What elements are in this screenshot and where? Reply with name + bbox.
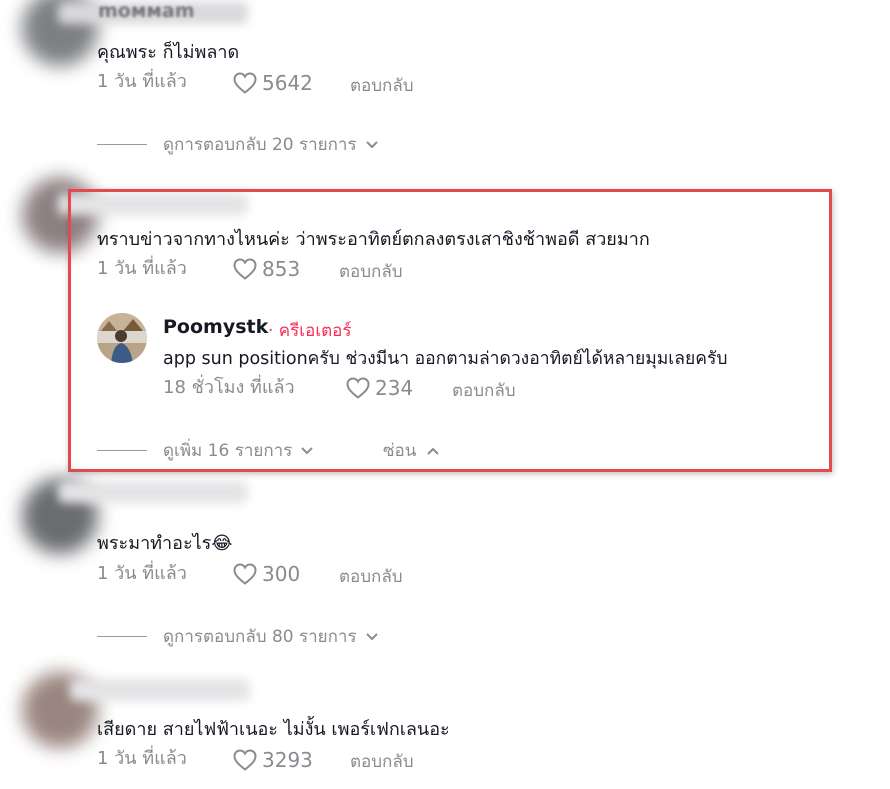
like-button[interactable]: 3293 xyxy=(232,748,313,772)
comment-time: 1 วัน ที่แล้ว xyxy=(97,71,187,92)
reply-button[interactable]: ตอบกลับ xyxy=(350,748,414,775)
heart-icon xyxy=(232,562,258,586)
heart-icon xyxy=(345,376,371,400)
chevron-down-icon xyxy=(300,441,314,461)
divider xyxy=(97,636,147,637)
like-count: 5642 xyxy=(262,71,313,95)
reply-button[interactable]: ตอบกลับ xyxy=(452,377,516,404)
like-button[interactable]: 853 xyxy=(232,257,300,281)
reply-time: 18 ชั่วโมง ที่แล้ว xyxy=(163,377,295,398)
like-count: 300 xyxy=(262,562,301,586)
comment-text: คุณพระ ก็ไม่พลาด xyxy=(97,42,240,63)
hide-label: ซ่อน xyxy=(383,441,417,461)
like-button[interactable]: 5642 xyxy=(232,71,313,95)
heart-icon xyxy=(232,71,258,95)
chevron-up-icon xyxy=(426,441,440,461)
username-partial[interactable]: moммam xyxy=(98,5,195,23)
view-replies-button[interactable]: ดูการตอบกลับ 20 รายการ xyxy=(97,131,379,158)
reply-username[interactable]: Poomystk xyxy=(163,316,268,338)
like-count: 853 xyxy=(262,257,301,281)
comment-text: ทราบข่าวจากทางไหนค่ะ ว่าพระอาทิตย์ตกลงตร… xyxy=(97,229,650,250)
comment-text: พระมาทำอะไร😂 xyxy=(97,533,233,554)
comment-time: 1 วัน ที่แล้ว xyxy=(97,748,187,769)
chevron-down-icon xyxy=(365,627,379,647)
hide-replies-button[interactable]: ซ่อน xyxy=(383,437,440,464)
divider xyxy=(97,144,147,145)
reply-button[interactable]: ตอบกลับ xyxy=(339,563,403,590)
view-replies-label: ดูการตอบกลับ 80 รายการ xyxy=(163,627,357,647)
reply-button[interactable]: ตอบกลับ xyxy=(350,72,414,99)
view-replies-button[interactable]: ดูการตอบกลับ 80 รายการ xyxy=(97,623,379,650)
view-more-label: ดูเพิ่ม 16 รายการ xyxy=(163,441,293,461)
divider xyxy=(97,450,147,451)
username[interactable] xyxy=(70,679,250,701)
heart-icon xyxy=(232,257,258,281)
creator-badge: · ครีเอเตอร์ xyxy=(268,321,352,341)
avatar[interactable] xyxy=(22,177,98,253)
like-count: 3293 xyxy=(262,748,313,772)
reply-text: app sun positionครับ ช่วงมีนา ออกตามล่าด… xyxy=(163,349,728,369)
heart-icon xyxy=(232,748,258,772)
creator-avatar[interactable] xyxy=(97,313,147,363)
comment-time: 1 วัน ที่แล้ว xyxy=(97,563,187,584)
like-button[interactable]: 234 xyxy=(345,376,413,400)
like-button[interactable]: 300 xyxy=(232,562,300,586)
view-more-replies-button[interactable]: ดูเพิ่ม 16 รายการ xyxy=(97,437,314,464)
username[interactable] xyxy=(58,481,248,503)
like-count: 234 xyxy=(375,376,414,400)
username[interactable] xyxy=(58,193,248,215)
view-replies-label: ดูการตอบกลับ 20 รายการ xyxy=(163,135,357,155)
comment-time: 1 วัน ที่แล้ว xyxy=(97,258,187,279)
chevron-down-icon xyxy=(365,135,379,155)
reply-button[interactable]: ตอบกลับ xyxy=(339,258,403,285)
comment-text: เสียดาย สายไฟฟ้าเนอะ ไม่งั้น เพอร์เฟกเลน… xyxy=(97,719,450,740)
